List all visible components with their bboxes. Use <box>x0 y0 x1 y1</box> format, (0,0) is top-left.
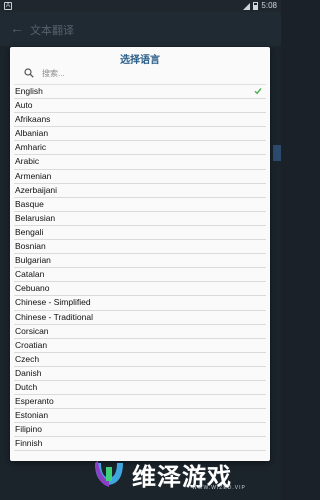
language-dialog: 选择语言 EnglishAutoAfrikaansAlbanianAmharic… <box>10 47 270 461</box>
language-item[interactable]: Afrikaans <box>14 113 266 128</box>
language-item[interactable]: Belarusian <box>14 212 266 226</box>
language-item-label: Arabic <box>15 156 40 167</box>
language-item[interactable]: Croatian <box>14 339 266 353</box>
language-item-label: Esperanto <box>15 396 54 407</box>
language-item-label: English <box>15 86 43 96</box>
language-item[interactable]: Bosnian <box>14 240 266 255</box>
language-item-label: Armenian <box>15 170 52 181</box>
language-item-label: Finnish <box>15 438 43 449</box>
language-item[interactable]: Danish <box>14 367 266 381</box>
language-item-label: Azerbaijani <box>15 184 58 195</box>
status-bar: A 5:08 <box>0 0 281 12</box>
background-strip <box>273 145 281 161</box>
language-item-label: Bosnian <box>15 241 46 252</box>
language-item-label: Danish <box>15 367 42 378</box>
language-item-label: Croatian <box>15 339 48 350</box>
language-item-label: Dutch <box>15 381 38 392</box>
check-icon <box>254 88 262 95</box>
app-title: 文本翻译 <box>30 25 74 37</box>
status-time: 5:08 <box>261 1 277 10</box>
battery-icon <box>253 2 259 10</box>
search-bar <box>16 64 264 82</box>
watermark-logo-icon <box>95 461 123 487</box>
language-item[interactable]: Estonian <box>14 409 266 424</box>
language-item[interactable]: Albanian <box>14 127 266 142</box>
language-item-label: Chinese - Simplified <box>15 297 91 308</box>
language-item[interactable]: Esperanto <box>14 395 266 410</box>
language-item-label: Chinese - Traditional <box>15 311 93 322</box>
language-item[interactable]: Czech <box>14 353 266 367</box>
signal-icon <box>243 2 251 10</box>
language-list: English Auto Afrikaans Albanian Amharic Arabi… <box>14 84 266 461</box>
language-item[interactable]: English <box>14 85 266 100</box>
language-item[interactable]: Bengali <box>14 226 266 241</box>
search-input[interactable] <box>42 66 257 80</box>
language-item[interactable]: Azerbaijani <box>14 184 266 198</box>
app-bar: ← 文本翻译 <box>0 12 281 46</box>
language-item-label: Basque <box>15 198 44 209</box>
language-item-label: Belarusian <box>15 212 56 223</box>
language-item[interactable]: Bulgarian <box>14 254 266 269</box>
language-item[interactable]: Cebuano <box>14 282 266 297</box>
language-item-label: Bengali <box>15 226 44 237</box>
language-item[interactable]: Amharic <box>14 141 266 156</box>
language-item[interactable]: Basque <box>14 198 266 212</box>
language-item-label: Cebuano <box>15 283 50 294</box>
language-item[interactable]: Dutch <box>14 381 266 396</box>
language-item[interactable]: Catalan <box>14 268 266 283</box>
language-item[interactable]: Filipino <box>14 423 266 438</box>
language-item-label: Filipino <box>15 424 42 435</box>
search-icon <box>24 68 34 78</box>
language-item[interactable]: Chinese - Traditional <box>14 311 266 325</box>
language-item-label: Catalan <box>15 269 45 280</box>
language-item-label: Bulgarian <box>15 255 51 266</box>
language-item-label: Czech <box>15 353 40 364</box>
language-item[interactable]: Arabic <box>14 155 266 170</box>
language-item[interactable]: Finnish <box>14 437 266 452</box>
language-item-label: Amharic <box>15 142 47 153</box>
language-item[interactable]: Corsican <box>14 325 266 339</box>
back-arrow-icon[interactable]: ← <box>10 20 24 36</box>
language-item-label: Auto <box>15 100 33 111</box>
language-item-label: Estonian <box>15 410 49 421</box>
watermark: 维泽游戏 WWW.WIZED.VIP <box>92 453 272 493</box>
language-item[interactable]: Chinese - Simplified <box>14 296 266 311</box>
watermark-subtext: WWW.WIZED.VIP <box>192 485 246 491</box>
language-item-label: Albanian <box>15 128 49 139</box>
language-item[interactable]: Auto <box>14 99 266 114</box>
language-item-label: Corsican <box>15 325 49 336</box>
notification-icon: A <box>4 2 12 10</box>
language-item-label: Afrikaans <box>15 114 51 125</box>
language-item[interactable]: Armenian <box>14 170 266 184</box>
